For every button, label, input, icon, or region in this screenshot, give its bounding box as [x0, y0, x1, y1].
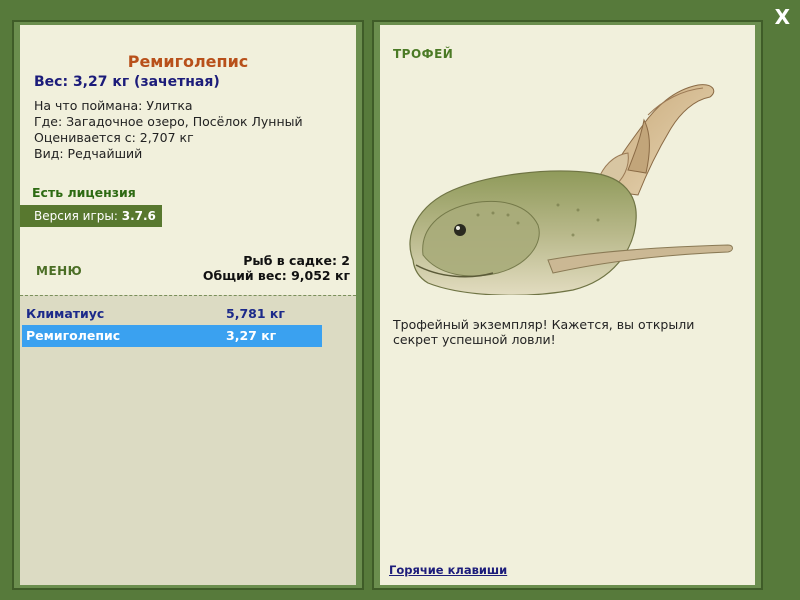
version-label: Версия игры:	[34, 209, 122, 223]
fish-image	[409, 84, 733, 295]
fish-name: Ремиголепис	[127, 52, 249, 71]
trophy-message: Трофейный экземпляр! Кажется, вы открыли…	[393, 317, 695, 347]
keep-total-weight: Общий вес: 9,052 кг	[202, 268, 350, 283]
location-line: Где: Загадочное озеро, Посёлок Лунный	[34, 114, 303, 129]
hotkeys-link[interactable]: Горячие клавиши	[389, 563, 507, 577]
keep-stats: Рыб в садке: 2 Общий вес: 9,052 кг	[203, 253, 350, 283]
rating-line: Оценивается с: 2,707 кг	[34, 130, 194, 145]
fish-keep-list: Климатиус 5,781 кг Ремиголепис 3,27 кг	[20, 295, 356, 585]
close-button[interactable]: X	[775, 5, 790, 29]
list-item-name: Ремиголепис	[26, 328, 121, 343]
version-number: 3.7.6	[121, 209, 156, 223]
list-item-name: Климатиус	[26, 306, 105, 321]
menu-button[interactable]: МЕНЮ	[36, 264, 82, 278]
list-item-weight: 3,27 кг	[226, 328, 277, 343]
list-item-selected[interactable]: Ремиголепис 3,27 кг	[22, 325, 322, 347]
catch-info-frame: Ремиголепис Вес: 3,27 кг (зачетная) На ч…	[12, 20, 364, 590]
fish-weight: Вес: 3,27 кг (зачетная)	[34, 74, 220, 90]
trophy-frame: ТРОФЕЙ Трофейный экземпляр! Кажется, вы …	[372, 20, 763, 590]
game-version-badge: Версия игры: 3.7.6	[20, 205, 162, 227]
catch-info-panel: Ремиголепис Вес: 3,27 кг (зачетная) На ч…	[20, 25, 356, 585]
trophy-panel: ТРОФЕЙ Трофейный экземпляр! Кажется, вы …	[380, 25, 755, 585]
bait-line: На что поймана: Улитка	[34, 98, 193, 113]
list-item[interactable]: Климатиус 5,781 кг	[22, 303, 322, 325]
license-status: Есть лицензия	[32, 185, 136, 200]
keep-count: Рыб в садке: 2	[243, 253, 350, 268]
rarity-line: Вид: Редчайший	[34, 146, 143, 161]
catch-details: На что поймана: Улитка Где: Загадочное о…	[34, 98, 303, 162]
list-item-weight: 5,781 кг	[226, 306, 285, 321]
